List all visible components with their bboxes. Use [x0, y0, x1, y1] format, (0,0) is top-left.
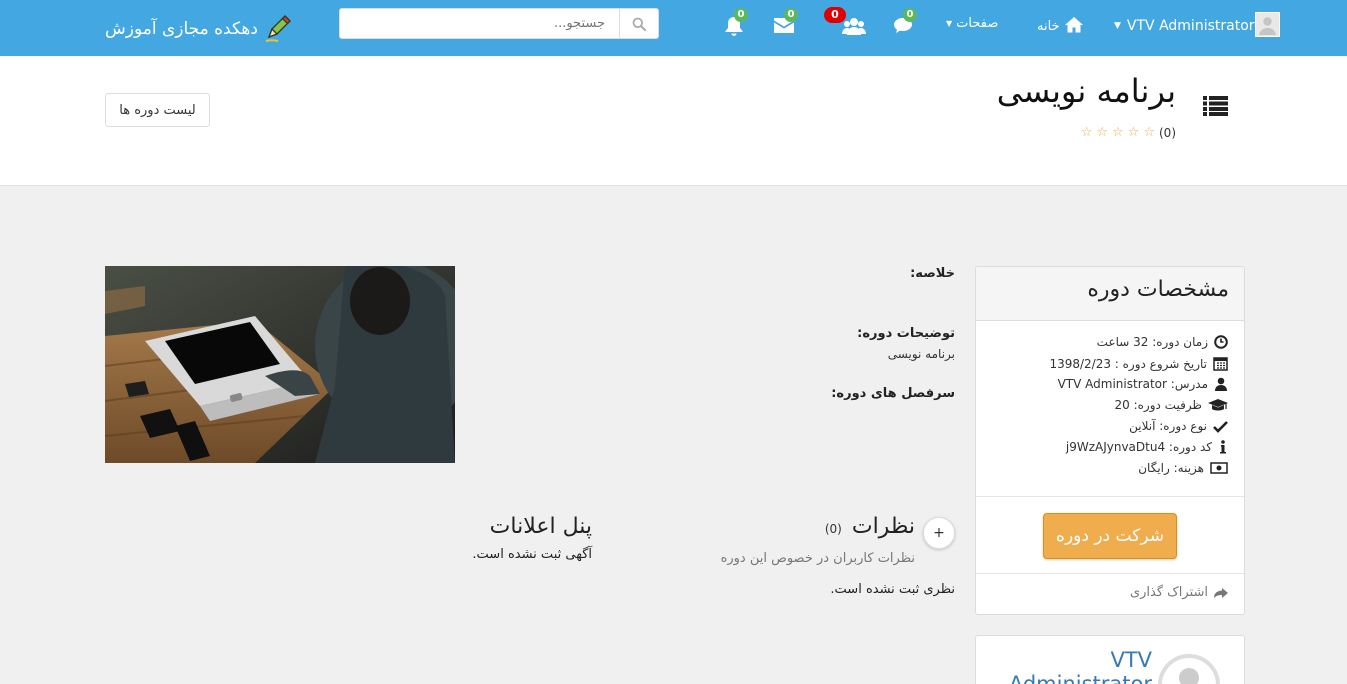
add-comment-button[interactable]: +: [923, 517, 955, 549]
messages-badge: 0: [784, 8, 798, 22]
top-navbar: ▼ VTV Administrator خانه ▼ صفحات 0 0 0 0: [0, 0, 1347, 56]
instructor-name-line1: VTV: [1110, 648, 1152, 672]
spec-type-text: نوع دوره: آنلاین: [1129, 419, 1207, 433]
comments-section: + نظرات (0) نظرات کاربران در خصوص این دو…: [700, 514, 957, 604]
share-link[interactable]: اشتراک گذاری: [1130, 585, 1228, 600]
star-icon[interactable]: ☆: [1081, 125, 1093, 140]
check-icon: [1213, 420, 1228, 433]
announcements-empty: آگهی ثبت نشده است.: [472, 547, 592, 562]
spec-start-date-text: تاریخ شروع دوره : 1398/2/23: [1049, 356, 1207, 371]
spec-capacity: ظرفیت دوره: 20: [1114, 398, 1228, 412]
caret-down-icon: ▼: [1114, 21, 1121, 31]
specs-title: مشخصات دوره: [1087, 277, 1229, 302]
user-avatar-icon: [1179, 668, 1199, 684]
calendar-icon: [1213, 357, 1228, 371]
specs-panel-header: مشخصات دوره: [976, 267, 1244, 321]
search-input[interactable]: [339, 8, 620, 39]
search-icon: [632, 17, 646, 31]
clock-icon: [1214, 335, 1228, 349]
chat-badge: 0: [903, 8, 917, 22]
spec-duration: زمان دوره: 32 ساعت: [1097, 335, 1228, 349]
spec-code-text: کد دوره: j9WzAJynvaDtu4: [1065, 440, 1212, 454]
spec-start-date: تاریخ شروع دوره : 1398/2/23: [1049, 356, 1228, 371]
brand[interactable]: دهکده مجازی آموزش: [105, 14, 293, 44]
info-icon: [1220, 440, 1226, 454]
home-icon: [1064, 17, 1083, 33]
user-name: VTV Administrator: [1126, 18, 1255, 34]
syllabus-label: سرفصل های دوره:: [831, 386, 955, 401]
star-icon[interactable]: ☆: [1112, 125, 1124, 140]
description-value: برنامه نویسی: [887, 347, 955, 361]
summary-label: خلاصه:: [910, 266, 955, 281]
pages-label: صفحات: [956, 16, 999, 31]
user-avatar-icon: [1259, 17, 1276, 35]
course-specs-panel: مشخصات دوره زمان دوره: 32 ساعت تاریخ شرو…: [975, 266, 1245, 615]
user-avatar[interactable]: [1255, 12, 1280, 37]
spec-cost-text: هزینه: رایگان: [1138, 461, 1204, 475]
users-icon: [842, 18, 866, 35]
nav-chat[interactable]: 0: [892, 8, 918, 38]
rating-count: (0): [1158, 125, 1176, 140]
course-list-button[interactable]: لیست دوره ها: [105, 93, 210, 127]
divider: [976, 496, 1244, 497]
star-icon[interactable]: ☆: [1096, 125, 1108, 140]
instructor-name-line2: Administrator: [1008, 672, 1152, 684]
spec-duration-text: زمان دوره: 32 ساعت: [1096, 335, 1208, 349]
instructor-panel: VTV Administrator: [975, 635, 1245, 684]
instructor-name[interactable]: VTV Administrator: [1009, 648, 1152, 684]
home-label: خانه: [1037, 19, 1060, 34]
spec-capacity-text: ظرفیت دوره: 20: [1114, 398, 1203, 412]
nav-messages[interactable]: 0: [773, 8, 799, 39]
graduation-cap-icon: [1208, 399, 1228, 411]
course-image: [105, 266, 455, 463]
page-header: برنامه نویسی (0) ☆ ☆ ☆ ☆ ☆ لیست دوره ها: [0, 56, 1347, 186]
rating: (0) ☆ ☆ ☆ ☆ ☆: [1081, 125, 1176, 140]
spec-code: کد دوره: j9WzAJynvaDtu4: [1066, 440, 1228, 454]
instructor-avatar[interactable]: [1158, 654, 1220, 684]
divider: [976, 573, 1244, 574]
user-icon: [1215, 377, 1227, 391]
pencil-logo-icon: [265, 15, 291, 42]
share-label: اشتراک گذاری: [1129, 585, 1208, 600]
spec-cost: هزینه: رایگان: [1138, 461, 1228, 475]
comments-title: نظرات (0): [825, 514, 915, 539]
description-label: توضیحات دوره:: [857, 326, 955, 341]
caret-down-icon: ▼: [946, 19, 953, 28]
comments-count: (0): [824, 522, 842, 536]
nav-home[interactable]: خانه: [1037, 15, 1084, 34]
money-icon: [1210, 462, 1228, 474]
star-icon[interactable]: ☆: [1128, 125, 1140, 140]
nav-friend-requests[interactable]: 0: [824, 7, 868, 38]
announcements-title: پنل اعلانات: [489, 514, 592, 539]
course-photo-illustration: [105, 266, 455, 463]
brand-name: دهکده مجازی آموزش: [105, 19, 258, 39]
search-box: [339, 8, 659, 39]
share-icon: [1214, 587, 1228, 598]
spec-teacher: مدرس: VTV Administrator: [1058, 377, 1228, 391]
enroll-button[interactable]: شرکت در دوره: [1043, 513, 1177, 559]
user-menu[interactable]: ▼ VTV Administrator: [1114, 17, 1255, 35]
comments-subtitle: نظرات کاربران در خصوص این دوره: [720, 551, 915, 566]
list-icon: [1203, 96, 1228, 116]
notifications-badge: 0: [734, 8, 748, 22]
search-button[interactable]: [620, 8, 659, 39]
page-title: برنامه نویسی: [996, 72, 1176, 110]
comments-title-text: نظرات: [851, 514, 915, 539]
nav-pages-dropdown[interactable]: ▼ صفحات: [946, 16, 998, 31]
friend-requests-badge: 0: [824, 7, 846, 23]
comments-empty: نظری ثبت نشده است.: [830, 582, 955, 597]
star-icon[interactable]: ☆: [1143, 125, 1155, 140]
nav-notifications[interactable]: 0: [724, 8, 750, 38]
spec-type: نوع دوره: آنلاین: [1129, 419, 1228, 433]
spec-teacher-text: مدرس: VTV Administrator: [1057, 377, 1208, 391]
